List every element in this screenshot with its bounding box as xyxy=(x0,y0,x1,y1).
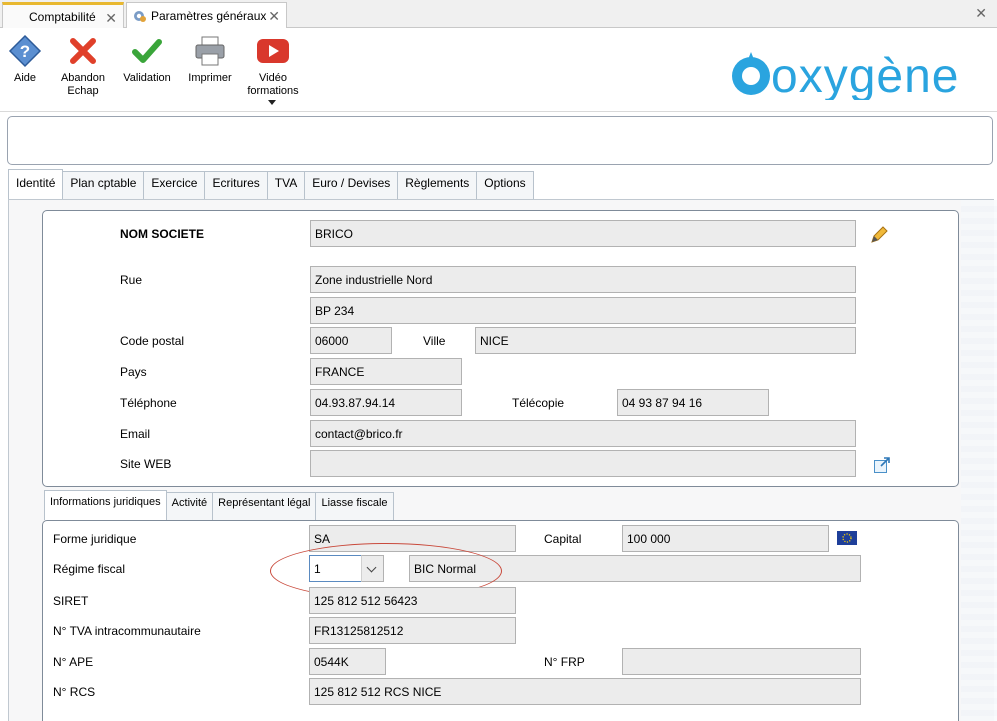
tab-exercice[interactable]: Exercice xyxy=(143,171,206,199)
tab-comptabilite[interactable]: Comptabilité ✕ xyxy=(2,2,124,28)
cancel-label-1: Abandon xyxy=(60,72,106,84)
company-name-label: NOM SOCIETE xyxy=(120,227,205,241)
siret-label: SIRET xyxy=(53,594,89,608)
help-icon: ? xyxy=(8,34,42,68)
email-label: Email xyxy=(120,427,151,441)
document-tab-strip: Comptabilité ✕ Paramètres généraux ✕ xyxy=(0,0,997,28)
message-area xyxy=(7,116,993,165)
printer-icon xyxy=(195,36,225,66)
tab-euro-devises[interactable]: Euro / Devises xyxy=(304,171,399,199)
tab-parametres-generaux[interactable]: Paramètres généraux ✕ xyxy=(126,2,287,28)
video-button[interactable]: Vidéo formations xyxy=(246,34,300,98)
print-button[interactable]: Imprimer xyxy=(186,34,234,85)
country-label: Pays xyxy=(120,365,147,379)
tab-tva[interactable]: TVA xyxy=(266,171,306,199)
capital-label: Capital xyxy=(544,532,582,546)
tab-label: Comptabilité xyxy=(29,9,96,24)
capital-field[interactable]: 100 000 xyxy=(622,525,829,552)
ape-field[interactable]: 0544K xyxy=(309,648,386,675)
svg-text:?: ? xyxy=(20,42,30,61)
siret-field[interactable]: 125 812 512 56423 xyxy=(309,587,516,614)
vat-number-label: N° TVA intracommunautaire xyxy=(53,624,201,638)
street-label: Rue xyxy=(120,273,143,287)
print-label: Imprimer xyxy=(188,72,232,84)
help-label: Aide xyxy=(13,72,37,84)
close-icon[interactable]: ✕ xyxy=(105,10,117,27)
play-icon xyxy=(257,39,289,63)
phone-field[interactable]: 04.93.87.94.14 xyxy=(310,389,462,416)
phone-label: Téléphone xyxy=(120,396,177,410)
tab-ecritures[interactable]: Ecritures xyxy=(204,171,268,199)
logo-text: oxygène xyxy=(771,50,959,100)
window-close-icon[interactable]: ✕ xyxy=(975,5,987,22)
oxygene-logo: oxygène xyxy=(732,50,959,100)
tab-options[interactable]: Options xyxy=(476,171,534,199)
video-label-2: formations xyxy=(247,85,299,97)
tax-regime-select[interactable]: 1 xyxy=(309,555,362,582)
close-icon[interactable]: ✕ xyxy=(268,8,280,25)
rcs-field[interactable]: 125 812 512 RCS NICE xyxy=(309,678,861,705)
legal-form-field[interactable]: SA xyxy=(309,525,516,552)
vat-number-field[interactable]: FR13125812512 xyxy=(309,617,516,644)
tab-identite[interactable]: Identité xyxy=(8,169,64,199)
city-field[interactable]: NICE xyxy=(475,327,856,354)
validate-label: Validation xyxy=(123,72,171,84)
gear-icon xyxy=(131,8,147,24)
street-field-2[interactable]: BP 234 xyxy=(310,297,856,324)
city-label: Ville xyxy=(423,334,446,348)
main-tabs: Identité Plan cptable Exercice Ecritures… xyxy=(8,169,534,199)
pencil-icon[interactable] xyxy=(868,224,890,246)
cancel-label-2: Echap xyxy=(67,85,99,97)
website-label: Site WEB xyxy=(120,457,172,471)
tab-representant-legal[interactable]: Représentant légal xyxy=(212,492,317,520)
frp-label: N° FRP xyxy=(544,655,585,669)
country-field[interactable]: FRANCE xyxy=(310,358,462,385)
legal-form-label: Forme juridique xyxy=(53,532,137,546)
sub-tabs: Informations juridiques Activité Représe… xyxy=(44,490,394,520)
email-field[interactable]: contact@brico.fr xyxy=(310,420,856,447)
check-icon xyxy=(132,39,162,63)
chevron-down-icon[interactable] xyxy=(361,555,384,582)
cancel-button[interactable]: Abandon Echap xyxy=(58,34,108,98)
validate-button[interactable]: Validation xyxy=(121,34,173,85)
tax-regime-text: BIC Normal xyxy=(409,555,861,582)
frp-field[interactable] xyxy=(622,648,861,675)
tax-regime-label: Régime fiscal xyxy=(53,562,126,576)
fax-field[interactable]: 04 93 87 94 16 xyxy=(617,389,769,416)
help-button[interactable]: ? Aide xyxy=(6,34,44,85)
postal-code-field[interactable]: 06000 xyxy=(310,327,392,354)
tab-reglements[interactable]: Règlements xyxy=(397,171,478,199)
tab-label: Paramètres généraux xyxy=(151,8,267,23)
rcs-label: N° RCS xyxy=(53,685,96,699)
tab-activite[interactable]: Activité xyxy=(165,492,214,520)
website-field[interactable] xyxy=(310,450,856,477)
tab-plan-comptable[interactable]: Plan cptable xyxy=(62,171,145,199)
tab-informations-juridiques[interactable]: Informations juridiques xyxy=(44,490,167,520)
tab-liasse-fiscale[interactable]: Liasse fiscale xyxy=(315,492,394,520)
fax-label: Télécopie xyxy=(512,396,565,410)
street-field-1[interactable]: Zone industrielle Nord xyxy=(310,266,856,293)
chevron-down-icon[interactable] xyxy=(268,100,276,105)
company-name-field[interactable]: BRICO xyxy=(310,220,856,247)
external-link-icon[interactable] xyxy=(873,456,891,474)
postal-code-label: Code postal xyxy=(120,334,185,348)
euro-flag-icon[interactable] xyxy=(837,531,857,545)
cross-icon xyxy=(70,38,96,64)
ape-label: N° APE xyxy=(53,655,94,669)
video-label-1: Vidéo xyxy=(259,72,287,84)
decorative-background xyxy=(961,200,997,721)
